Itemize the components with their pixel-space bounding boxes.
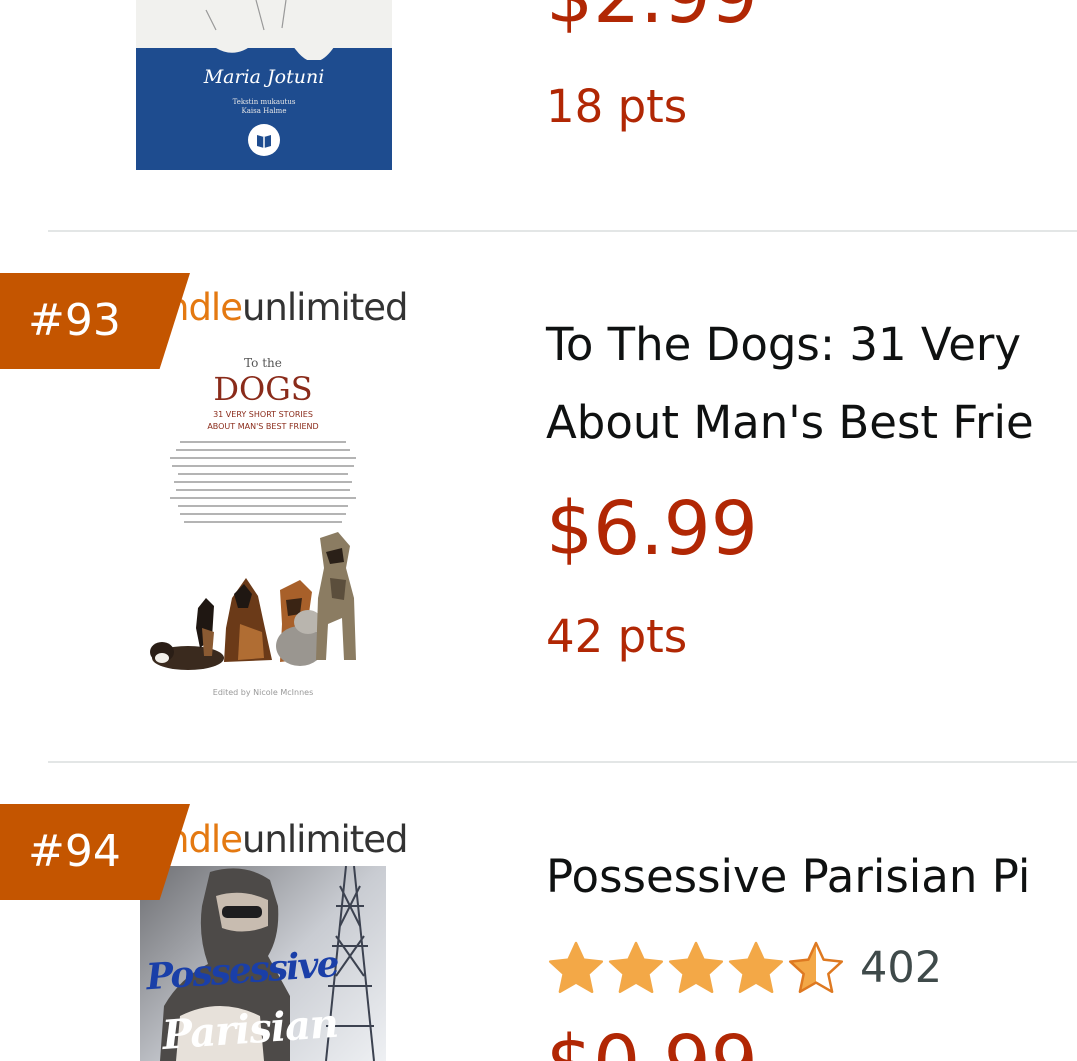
cover-contributors	[170, 441, 356, 523]
cover-dogs-illustration	[150, 532, 356, 670]
item-title-line2[interactable]: About Man's Best Frie	[546, 396, 1034, 449]
book-cover-to-the-dogs[interactable]: To the DOGS 31 VERY SHORT STORIES ABOUT …	[140, 338, 386, 710]
star-half-icon	[788, 941, 844, 994]
bestseller-list: Maria Jotuni Tekstin mukautus Kaisa Halm…	[0, 0, 1077, 1061]
item-price: $0.99	[546, 1020, 758, 1061]
cover-author: Maria Jotuni	[203, 66, 325, 88]
rating-count[interactable]: 402	[860, 943, 942, 993]
cover-subtitle-2: ABOUT MAN'S BEST FRIEND	[207, 422, 319, 431]
cover-subtitle-1: 31 VERY SHORT STORIES	[213, 410, 313, 419]
star-rating[interactable]: 402	[546, 938, 942, 998]
cover-editor: Edited by Nicole McInnes	[212, 688, 314, 697]
star-full-icon	[728, 941, 784, 994]
star-full-icon	[548, 941, 604, 994]
kindle-unlimited-label: ndleunlimited	[166, 818, 409, 861]
rank-badge: #94	[0, 804, 190, 900]
item-title[interactable]: Possessive Parisian Pi	[546, 850, 1030, 903]
cover-top: To the	[244, 356, 282, 370]
divider	[48, 230, 1077, 232]
item-price: $6.99	[546, 486, 758, 572]
book-icon	[248, 124, 280, 156]
kindle-unlimited-label: ndleunlimited	[166, 286, 409, 329]
item-price: $2.99	[546, 0, 758, 40]
book-cover-possessive-parisian[interactable]: Possessive Parisian	[140, 866, 386, 1061]
divider	[48, 761, 1077, 763]
item-title[interactable]: To The Dogs: 31 Very	[546, 318, 1021, 371]
rating-stars	[546, 940, 846, 996]
book-cover-maria-jotuni[interactable]: Maria Jotuni Tekstin mukautus Kaisa Halm…	[136, 0, 392, 170]
unlimited-text: unlimited	[241, 818, 409, 861]
item-points: 18 pts	[546, 80, 688, 133]
cover-line1: Tekstin mukautus	[232, 98, 296, 106]
cover-sketch-edge	[136, 0, 392, 60]
item-points: 42 pts	[546, 610, 688, 663]
cover-main-title: DOGS	[213, 370, 313, 408]
cover-line2: Kaisa Halme	[241, 107, 287, 115]
unlimited-text: unlimited	[241, 286, 409, 329]
star-full-icon	[608, 941, 664, 994]
star-full-icon	[668, 941, 724, 994]
rank-badge: #93	[0, 273, 190, 369]
